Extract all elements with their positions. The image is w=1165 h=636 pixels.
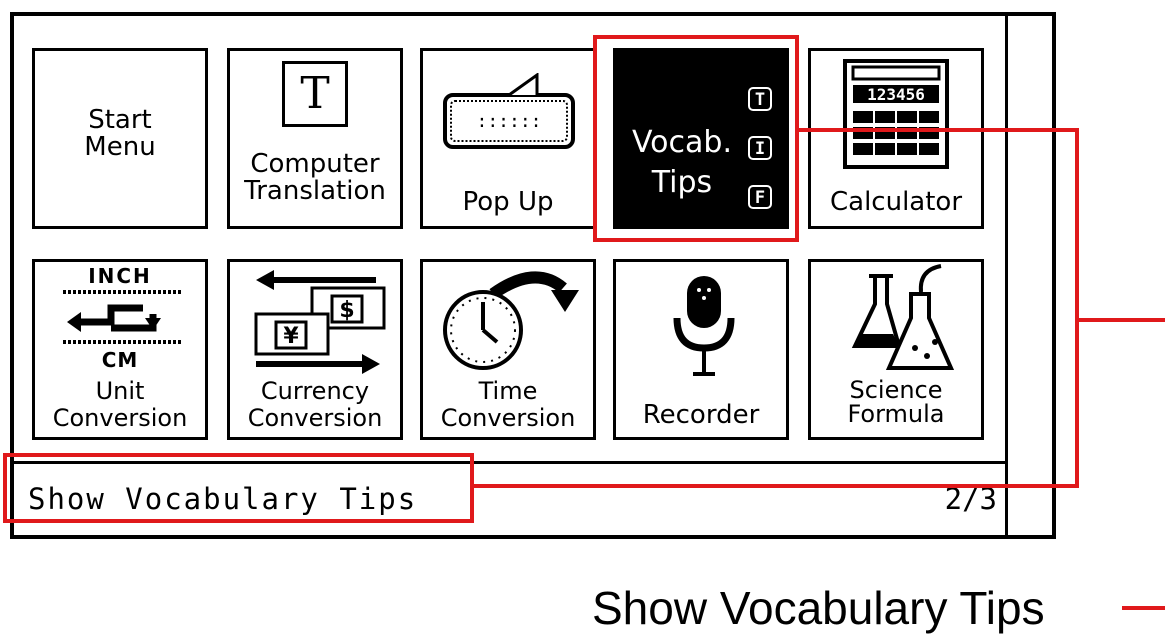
caption-text: Show Vocabulary Tips — [592, 582, 1045, 634]
callout-lines — [474, 128, 1165, 610]
